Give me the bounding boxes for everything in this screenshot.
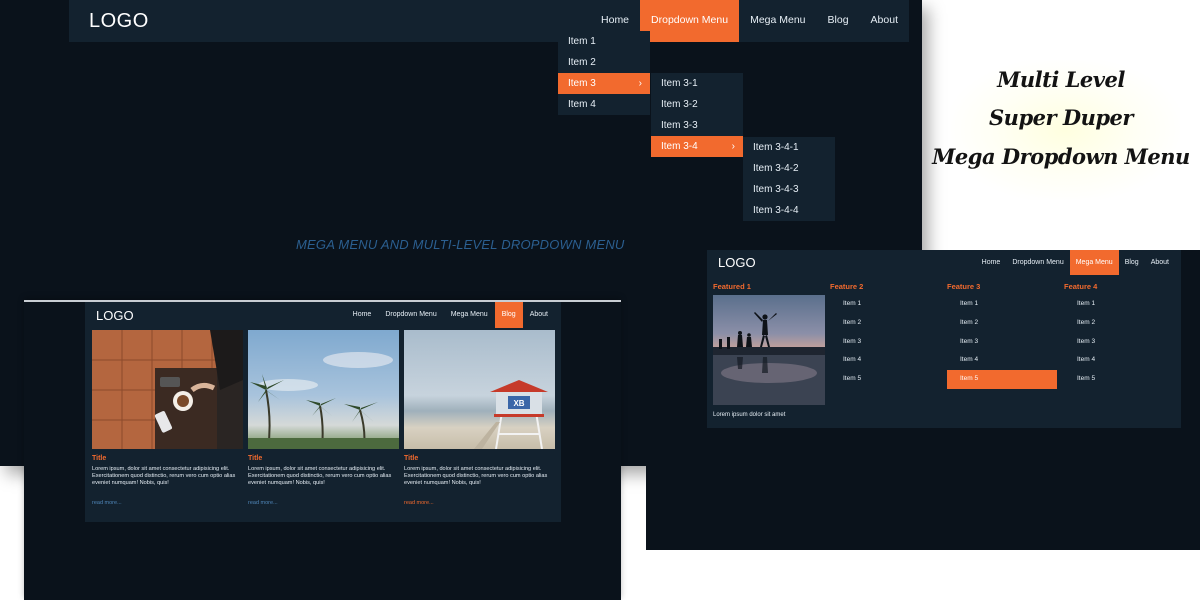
- feature-column-title: Feature 2: [830, 282, 864, 291]
- nav-blog[interactable]: Blog: [817, 0, 860, 42]
- blog-demo-screen: LOGO Home Dropdown Menu Mega Menu Blog A…: [24, 300, 621, 600]
- dropdown-level-1: Item 1 Item 2 Item 3 › Item 4: [558, 31, 650, 115]
- mega-item[interactable]: Item 1: [1064, 295, 1174, 314]
- featured-title: Featured 1: [713, 282, 751, 291]
- nav-about[interactable]: About: [1145, 250, 1175, 275]
- chevron-right-icon: ›: [731, 141, 735, 152]
- mega-menu-panel: Featured 1 Lorem ipsum dolor sit amet Fe…: [707, 275, 1181, 428]
- mega-item[interactable]: Item 2: [947, 314, 1057, 333]
- mega-menu-demo-screen: LOGO Home Dropdown Menu Mega Menu Blog A…: [646, 250, 1200, 550]
- nav-mega-menu[interactable]: Mega Menu: [444, 302, 495, 328]
- dropdown-item-active[interactable]: Item 3-4 ›: [651, 136, 743, 157]
- card-title[interactable]: Title: [404, 455, 555, 462]
- dropdown-item-label: Item 3-4: [661, 141, 698, 152]
- feature-column: Item 1 Item 2 Item 3 Item 4 Item 5: [830, 295, 940, 389]
- nav-home[interactable]: Home: [346, 302, 379, 328]
- card-image[interactable]: [248, 330, 399, 449]
- blog-card: XB Title Lorem ipsum, dolor sit amet con…: [404, 330, 555, 506]
- card-text: Lorem ipsum, dolor sit amet consectetur …: [92, 466, 236, 487]
- nav-dropdown-menu[interactable]: Dropdown Menu: [378, 302, 443, 328]
- dropdown-item[interactable]: Item 2: [558, 52, 650, 73]
- dropdown-item[interactable]: Item 1: [558, 31, 650, 52]
- dropdown-item-label: Item 3: [568, 78, 596, 89]
- showcase-stage: LOGO Home Dropdown Menu Mega Menu Blog A…: [0, 0, 1200, 600]
- sunset-pool-illustration: [713, 312, 825, 405]
- card-text: Lorem ipsum, dolor sit amet consectetur …: [248, 466, 392, 487]
- card-image[interactable]: XB: [404, 330, 555, 449]
- blog-card: Title Lorem ipsum, dolor sit amet consec…: [92, 330, 243, 506]
- logo[interactable]: LOGO: [89, 10, 149, 33]
- dropdown-item[interactable]: Item 3-2: [651, 94, 743, 115]
- dropdown-item-active[interactable]: Item 3 ›: [558, 73, 650, 94]
- nav-mega-menu[interactable]: Mega Menu: [739, 0, 816, 42]
- read-more-link[interactable]: read more...: [248, 500, 399, 506]
- card-title[interactable]: Title: [92, 455, 243, 462]
- mega-item[interactable]: Item 5: [830, 370, 940, 389]
- coffee-table-illustration: [92, 330, 243, 449]
- nav-home[interactable]: Home: [976, 250, 1007, 275]
- mega-item[interactable]: Item 2: [830, 314, 940, 333]
- dropdown-level-2: Item 3-1 Item 3-2 Item 3-3 Item 3-4 ›: [651, 73, 743, 157]
- demo-caption: MEGA MENU AND MULTI-LEVEL DROPDOWN MENU: [296, 237, 625, 252]
- showcase-title: Multi Level Super Duper Mega Dropdown Me…: [930, 50, 1192, 200]
- lifeguard-tower-illustration: XB: [474, 380, 548, 449]
- blog-card: Title Lorem ipsum, dolor sit amet consec…: [248, 330, 399, 506]
- feature-column-title: Feature 4: [1064, 282, 1098, 291]
- nav-menu: Home Dropdown Menu Mega Menu Blog About: [346, 302, 555, 328]
- nav-dropdown-menu[interactable]: Dropdown Menu: [1006, 250, 1069, 275]
- mega-item-active[interactable]: Item 5: [947, 370, 1057, 389]
- card-title[interactable]: Title: [248, 455, 399, 462]
- mega-item[interactable]: Item 4: [830, 351, 940, 370]
- feature-column: Item 1 Item 2 Item 3 Item 4 Item 5: [1064, 295, 1174, 389]
- dropdown-item[interactable]: Item 3-4-1: [743, 137, 835, 158]
- mega-item[interactable]: Item 3: [1064, 333, 1174, 352]
- mega-item[interactable]: Item 1: [830, 295, 940, 314]
- palm-trees-illustration: [248, 352, 399, 449]
- nav-menu: Home Dropdown Menu Mega Menu Blog About: [976, 250, 1175, 275]
- mega-item[interactable]: Item 2: [1064, 314, 1174, 333]
- nav-about[interactable]: About: [860, 0, 909, 42]
- mega-item[interactable]: Item 5: [1064, 370, 1174, 389]
- dropdown-item[interactable]: Item 4: [558, 94, 650, 115]
- nav-blog[interactable]: Blog: [494, 302, 523, 328]
- feature-column: Item 1 Item 2 Item 3 Item 4 Item 5: [947, 295, 1057, 389]
- dropdown-item[interactable]: Item 3-4-3: [743, 179, 835, 200]
- navbar: LOGO Home Dropdown Menu Mega Menu Blog A…: [69, 0, 909, 42]
- logo[interactable]: LOGO: [718, 255, 756, 270]
- navbar: LOGO Home Dropdown Menu Mega Menu Blog A…: [707, 250, 1181, 275]
- dropdown-item[interactable]: Item 3-4-2: [743, 158, 835, 179]
- logo[interactable]: LOGO: [96, 308, 134, 323]
- read-more-link[interactable]: read more...: [92, 500, 243, 506]
- dropdown-item[interactable]: Item 3-3: [651, 115, 743, 136]
- card-image[interactable]: [92, 330, 243, 449]
- title-line: Mega Dropdown Menu: [932, 144, 1190, 169]
- title-line: Super Duper: [989, 105, 1133, 130]
- svg-text:XB: XB: [513, 399, 524, 408]
- dropdown-level-3: Item 3-4-1 Item 3-4-2 Item 3-4-3 Item 3-…: [743, 137, 835, 221]
- featured-image[interactable]: [713, 295, 825, 405]
- nav-blog[interactable]: Blog: [1119, 250, 1145, 275]
- blog-panel: LOGO Home Dropdown Menu Mega Menu Blog A…: [85, 302, 561, 522]
- dropdown-item[interactable]: Item 3-4-4: [743, 200, 835, 221]
- dropdown-item[interactable]: Item 3-1: [651, 73, 743, 94]
- read-more-link[interactable]: read more...: [404, 500, 555, 506]
- nav-about[interactable]: About: [523, 302, 555, 328]
- nav-mega-menu[interactable]: Mega Menu: [1069, 250, 1119, 275]
- chevron-right-icon: ›: [638, 78, 642, 89]
- mega-item[interactable]: Item 4: [1064, 351, 1174, 370]
- card-text: Lorem ipsum, dolor sit amet consectetur …: [404, 466, 548, 487]
- featured-description: Lorem ipsum dolor sit amet: [713, 412, 786, 418]
- feature-column-title: Feature 3: [947, 282, 981, 291]
- mega-item[interactable]: Item 3: [830, 333, 940, 352]
- mega-item[interactable]: Item 1: [947, 295, 1057, 314]
- nav-dropdown-menu[interactable]: Dropdown Menu: [640, 0, 740, 42]
- title-line: Multi Level: [997, 67, 1125, 92]
- mega-item[interactable]: Item 4: [947, 351, 1057, 370]
- mega-item[interactable]: Item 3: [947, 333, 1057, 352]
